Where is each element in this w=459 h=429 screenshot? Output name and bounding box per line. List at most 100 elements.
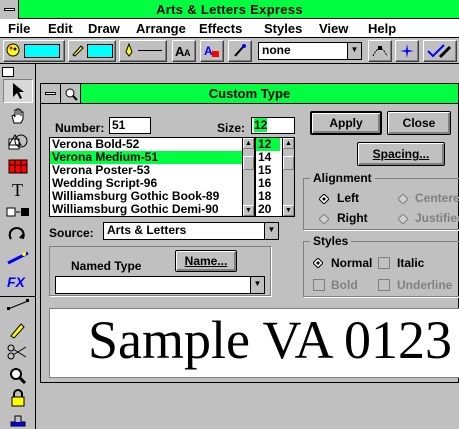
zoom-tool[interactable] <box>3 364 33 388</box>
line-color-button[interactable] <box>68 40 116 62</box>
chevron-down-icon[interactable]: ▼ <box>264 223 278 239</box>
source-label: Source: <box>49 226 94 240</box>
font-list[interactable]: Verona Bold-52 Verona Medium-51 Verona P… <box>49 137 255 217</box>
line-tool[interactable] <box>3 292 33 316</box>
named-type-label: Named Type <box>71 259 142 273</box>
palette-icon <box>6 43 20 57</box>
text-tool[interactable]: T <box>3 177 33 201</box>
menu-file[interactable]: File <box>8 21 30 36</box>
scroll-down-icon[interactable]: ▼ <box>283 205 294 216</box>
scroll-up-icon[interactable]: ▲ <box>283 138 294 149</box>
clipart-tool[interactable] <box>3 154 33 178</box>
align-justified-label[interactable]: Justified <box>415 211 459 225</box>
eyedropper-button[interactable] <box>228 40 252 62</box>
align-right-radio[interactable] <box>319 214 329 224</box>
source-combo[interactable]: Arts & Letters ▼ <box>103 222 279 240</box>
chevron-down-icon[interactable]: ▼ <box>347 43 361 59</box>
pen-icon <box>125 43 133 57</box>
align-left-radio[interactable] <box>319 194 329 204</box>
svg-text:A: A <box>184 48 191 58</box>
style-combo[interactable]: none ▼ <box>258 42 362 60</box>
apply-button[interactable]: Apply <box>310 111 382 135</box>
svg-text:FX: FX <box>7 274 27 290</box>
svg-text:A: A <box>204 44 213 58</box>
stamp-icon <box>10 415 26 427</box>
special-effects-tool[interactable] <box>3 246 33 270</box>
radio-icon <box>398 214 408 224</box>
styles-label: Styles <box>310 234 352 248</box>
align-center-radio[interactable] <box>398 194 408 204</box>
menu-arrange[interactable]: Arrange <box>136 21 186 36</box>
underline-label[interactable]: Underline <box>397 278 452 292</box>
align-left-label[interactable]: Left <box>337 191 359 205</box>
menu-edit[interactable]: Edit <box>48 21 73 36</box>
underline-checkbox[interactable] <box>378 279 390 291</box>
radio-icon <box>319 214 329 224</box>
align-justified-radio[interactable] <box>398 214 408 224</box>
size-field[interactable]: 12 <box>251 117 295 134</box>
select-tool[interactable] <box>3 79 33 103</box>
menu-styles[interactable]: Styles <box>264 21 302 36</box>
text-icon: T <box>12 180 23 198</box>
pencil-icon <box>10 323 25 339</box>
font-list-item[interactable]: Williamsburg Gothic Demi-90 <box>50 203 254 216</box>
app-title-bar: Arts & Letters Express <box>0 0 459 19</box>
menu-help[interactable]: Help <box>368 21 396 36</box>
bold-label[interactable]: Bold <box>331 278 358 292</box>
scissors-icon <box>7 344 27 360</box>
spacing-button-label: Spacing... <box>372 147 430 161</box>
number-field[interactable]: 51 <box>109 117 151 134</box>
sample-preview: Sample VA 0123 <box>49 308 459 378</box>
close-button[interactable]: Close <box>387 111 451 135</box>
size-list-scrollbar[interactable]: ▲ ▼ <box>282 138 294 216</box>
bold-checkbox[interactable] <box>313 279 325 291</box>
font-list-scrollbar[interactable]: ▲ ▼ <box>242 138 254 216</box>
italic-label[interactable]: Italic <box>397 256 424 270</box>
custom-type-dialog: Custom Type Number: 51 Size: 12 Verona B… <box>40 83 459 383</box>
align-right-label[interactable]: Right <box>337 211 368 225</box>
type-effects-icon: A <box>204 44 219 58</box>
scroll-up-icon[interactable]: ▲ <box>243 138 254 149</box>
edit-tool-button[interactable] <box>423 40 457 62</box>
name-button[interactable]: Name... <box>175 250 237 272</box>
size-list[interactable]: 12 14 15 16 18 20 22 ▲ ▼ <box>255 137 295 217</box>
scroll-thumb[interactable] <box>243 156 254 170</box>
normal-label[interactable]: Normal <box>331 256 372 270</box>
menu-bar: File Edit Draw Arrange Effects Styles Vi… <box>0 19 459 38</box>
scissors-tool[interactable] <box>3 340 33 364</box>
hand-tool[interactable] <box>3 104 33 128</box>
style-combo-value: none <box>262 43 291 57</box>
normal-radio[interactable] <box>313 258 323 268</box>
italic-checkbox[interactable] <box>378 257 390 269</box>
scroll-down-icon[interactable]: ▼ <box>243 205 254 216</box>
pencil-tool[interactable] <box>3 318 33 342</box>
fill-color-button[interactable] <box>3 40 65 62</box>
menu-effects[interactable]: Effects <box>199 21 242 36</box>
effects-icon <box>7 251 29 265</box>
rotate-tool[interactable] <box>3 223 33 247</box>
freeform-button[interactable] <box>395 40 419 62</box>
menu-draw[interactable]: Draw <box>88 21 120 36</box>
type-size-button[interactable]: AA <box>172 40 196 62</box>
shapes-tool[interactable] <box>3 130 33 154</box>
size-list-item[interactable]: 22 <box>258 216 271 217</box>
brush-icon <box>72 45 84 57</box>
scroll-thumb[interactable] <box>283 156 294 170</box>
line-color-swatch <box>87 44 113 58</box>
fx-tool[interactable]: FX <box>3 269 33 293</box>
size-field-value: 12 <box>254 118 268 132</box>
line-style-button[interactable] <box>119 40 167 62</box>
size-label: Size: <box>217 121 246 135</box>
node-edit-button[interactable] <box>368 40 392 62</box>
align-center-label[interactable]: Centere <box>415 191 459 205</box>
spacing-button[interactable]: Spacing... <box>357 142 445 166</box>
hand-icon <box>11 108 24 124</box>
named-type-combo[interactable]: ▼ <box>55 276 265 294</box>
menu-view[interactable]: View <box>319 21 348 36</box>
blend-tool[interactable] <box>3 200 33 224</box>
panel-minimize-icon[interactable] <box>2 67 14 77</box>
library-tool[interactable] <box>3 407 33 429</box>
chevron-down-icon[interactable]: ▼ <box>250 277 264 293</box>
type-style-button[interactable]: A <box>200 40 224 62</box>
source-combo-value: Arts & Letters <box>107 223 187 237</box>
